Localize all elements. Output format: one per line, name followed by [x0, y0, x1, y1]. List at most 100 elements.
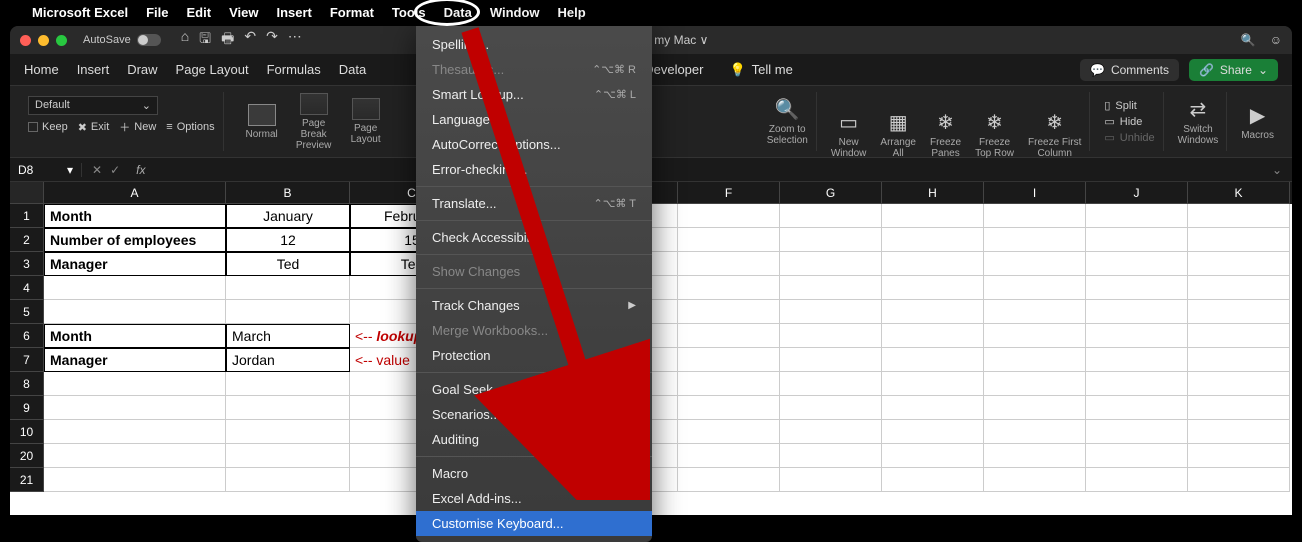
- exit-button[interactable]: ✖ Exit: [78, 119, 110, 135]
- cell[interactable]: [882, 252, 984, 276]
- menu-item[interactable]: Scenarios...: [416, 402, 652, 427]
- more-icon[interactable]: ⋯: [288, 28, 302, 52]
- cell[interactable]: 12: [226, 228, 350, 252]
- cell[interactable]: [984, 420, 1086, 444]
- menu-item[interactable]: Spelling...: [416, 32, 652, 57]
- menu-item[interactable]: Smart Lookup...⌃⌥⌘ L: [416, 82, 652, 107]
- row-header[interactable]: 10: [10, 420, 44, 444]
- cell[interactable]: [984, 252, 1086, 276]
- cell[interactable]: [780, 444, 882, 468]
- menu-edit[interactable]: Edit: [187, 5, 212, 20]
- cell[interactable]: [226, 420, 350, 444]
- cell[interactable]: [1188, 324, 1290, 348]
- cell[interactable]: [984, 276, 1086, 300]
- row-header[interactable]: 2: [10, 228, 44, 252]
- tab-data[interactable]: Data: [339, 62, 366, 77]
- share-button[interactable]: 🔗 Share ⌄: [1189, 59, 1278, 81]
- search-icon[interactable]: 🔍: [1241, 33, 1256, 47]
- cell[interactable]: [882, 420, 984, 444]
- menu-format[interactable]: Format: [330, 5, 374, 20]
- cell[interactable]: [882, 444, 984, 468]
- row-header[interactable]: 6: [10, 324, 44, 348]
- menu-item[interactable]: Auditing▶: [416, 427, 652, 452]
- cell[interactable]: [44, 444, 226, 468]
- unhide-button[interactable]: ▭Unhide: [1104, 131, 1154, 144]
- name-box[interactable]: D8 ▾: [10, 163, 82, 177]
- cancel-icon[interactable]: ✕: [92, 163, 102, 177]
- menu-view[interactable]: View: [229, 5, 258, 20]
- cell[interactable]: [1188, 252, 1290, 276]
- cell[interactable]: [1188, 468, 1290, 492]
- row-header[interactable]: 21: [10, 468, 44, 492]
- maximize-icon[interactable]: [56, 35, 67, 46]
- cell[interactable]: [984, 468, 1086, 492]
- cell[interactable]: [44, 396, 226, 420]
- options-button[interactable]: ≡ Options: [166, 119, 214, 135]
- col-header-F[interactable]: F: [678, 182, 780, 204]
- cell[interactable]: Manager: [44, 252, 226, 276]
- cell[interactable]: [780, 324, 882, 348]
- menu-help[interactable]: Help: [558, 5, 586, 20]
- cell[interactable]: [44, 468, 226, 492]
- save-icon[interactable]: 🖫: [199, 28, 211, 52]
- cell[interactable]: [984, 444, 1086, 468]
- cell[interactable]: [678, 276, 780, 300]
- comments-button[interactable]: 💬 Comments: [1080, 59, 1179, 81]
- cell[interactable]: [1086, 444, 1188, 468]
- cell[interactable]: [780, 468, 882, 492]
- cell[interactable]: [1086, 420, 1188, 444]
- toggle-icon[interactable]: [137, 34, 161, 46]
- enter-icon[interactable]: ✓: [110, 163, 120, 177]
- cell[interactable]: [1188, 276, 1290, 300]
- cell[interactable]: [226, 444, 350, 468]
- cell[interactable]: [678, 468, 780, 492]
- cell[interactable]: [780, 252, 882, 276]
- menu-item[interactable]: Protection▶: [416, 343, 652, 368]
- cell[interactable]: [1086, 468, 1188, 492]
- cell[interactable]: [1086, 204, 1188, 228]
- cell[interactable]: [1188, 228, 1290, 252]
- menu-insert[interactable]: Insert: [276, 5, 311, 20]
- cell[interactable]: [1086, 228, 1188, 252]
- hide-button[interactable]: ▭Hide: [1104, 115, 1154, 128]
- col-header-J[interactable]: J: [1086, 182, 1188, 204]
- tab-developer[interactable]: Developer: [644, 62, 703, 77]
- menu-item[interactable]: AutoCorrect Options...: [416, 132, 652, 157]
- cell[interactable]: [1086, 324, 1188, 348]
- cell[interactable]: Number of employees: [44, 228, 226, 252]
- freeze-top-button[interactable]: ❄ Freeze Top Row: [975, 110, 1014, 134]
- cell[interactable]: [984, 372, 1086, 396]
- cell[interactable]: [1086, 396, 1188, 420]
- cell[interactable]: [780, 228, 882, 252]
- col-header-K[interactable]: K: [1188, 182, 1290, 204]
- cell[interactable]: [1086, 276, 1188, 300]
- cell[interactable]: [984, 396, 1086, 420]
- col-header-A[interactable]: A: [44, 182, 226, 204]
- cell[interactable]: [882, 300, 984, 324]
- cell[interactable]: [882, 372, 984, 396]
- window-controls[interactable]: [20, 35, 67, 46]
- cell[interactable]: [1188, 396, 1290, 420]
- freeze-first-button[interactable]: ❄ Freeze First Column: [1028, 110, 1081, 134]
- cell[interactable]: Month: [44, 324, 226, 348]
- cell[interactable]: [984, 204, 1086, 228]
- cell[interactable]: [1086, 252, 1188, 276]
- split-button[interactable]: ▯Split: [1104, 99, 1154, 112]
- undo-icon[interactable]: ↶: [244, 28, 256, 52]
- cell[interactable]: Manager: [44, 348, 226, 372]
- cell[interactable]: [882, 204, 984, 228]
- menu-item[interactable]: Macro▶: [416, 461, 652, 486]
- row-header[interactable]: 9: [10, 396, 44, 420]
- cell[interactable]: [44, 276, 226, 300]
- row-header[interactable]: 20: [10, 444, 44, 468]
- tab-formulas[interactable]: Formulas: [267, 62, 321, 77]
- tab-page-layout[interactable]: Page Layout: [176, 62, 249, 77]
- cell[interactable]: [678, 372, 780, 396]
- cell[interactable]: [226, 396, 350, 420]
- cell[interactable]: [678, 348, 780, 372]
- cell[interactable]: [1188, 372, 1290, 396]
- cell[interactable]: [44, 300, 226, 324]
- freeze-panes-button[interactable]: ❄ Freeze Panes: [930, 110, 961, 134]
- quick-access-toolbar[interactable]: ⌂ 🖫 🖶 ↶ ↷ ⋯: [181, 28, 302, 52]
- cell[interactable]: [882, 468, 984, 492]
